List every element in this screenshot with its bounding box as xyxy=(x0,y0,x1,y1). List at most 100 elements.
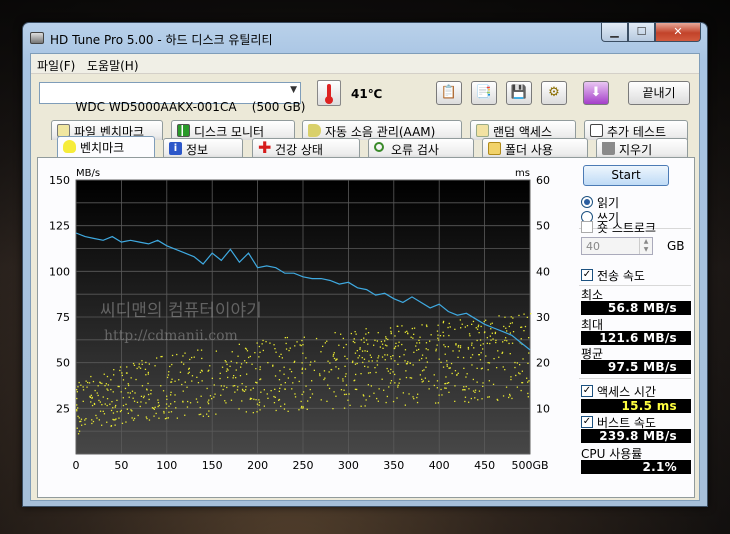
access-time-point xyxy=(383,389,385,391)
access-time-point xyxy=(241,400,243,402)
app-window: HD Tune Pro 5.00 - 하드 디스크 유틸리티 ▁ ☐ ✕ 파일(… xyxy=(22,22,708,507)
x-tick-label: 250 xyxy=(293,459,314,472)
access-time-point xyxy=(415,345,417,347)
access-time-point xyxy=(148,363,150,365)
tab-random-access[interactable]: 랜덤 액세스 xyxy=(470,120,576,140)
access-time-point xyxy=(442,320,445,323)
copy-text-button[interactable]: 📋 xyxy=(436,81,462,105)
access-time-point xyxy=(399,356,401,358)
access-time-point xyxy=(171,378,173,380)
access-time-checkbox[interactable]: ✓ xyxy=(581,385,593,397)
access-time-point xyxy=(81,424,83,426)
access-time-point xyxy=(145,374,147,376)
close-button[interactable]: ✕ xyxy=(655,23,701,42)
spinner-arrows-icon[interactable]: ▲ ▼ xyxy=(639,238,652,254)
access-time-point xyxy=(92,380,95,383)
access-time-point xyxy=(335,395,337,397)
tab-benchmark[interactable]: 벤치마크 xyxy=(57,136,155,158)
drive-dropdown[interactable]: WDC WD5000AAKX-001CA (500 GB) ▼ xyxy=(39,82,305,114)
tab-aam[interactable]: 자동 소음 관리(AAM) xyxy=(302,120,462,140)
access-time-point xyxy=(439,335,442,337)
access-time-point xyxy=(140,395,143,397)
access-time-point xyxy=(200,349,203,351)
access-time-point xyxy=(263,389,265,391)
tab-error-scan[interactable]: 오류 검사 xyxy=(368,138,474,158)
access-time-point xyxy=(245,389,247,391)
download-button[interactable]: ⬇ xyxy=(583,81,609,105)
access-time-point xyxy=(480,344,482,346)
tab-label: 추가 테스트 xyxy=(607,125,667,139)
access-time-point xyxy=(527,381,529,383)
tab-info[interactable]: i 정보 xyxy=(163,138,243,158)
down-arrow-icon: ⬇ xyxy=(590,85,602,100)
access-time-point xyxy=(302,352,304,354)
access-time-point xyxy=(474,397,476,399)
access-time-point xyxy=(416,401,419,404)
tab-extra-tests[interactable]: 추가 테스트 xyxy=(584,120,688,140)
access-time-point xyxy=(474,391,476,393)
access-time-point xyxy=(363,337,365,339)
access-time-point xyxy=(196,376,198,378)
menu-file[interactable]: 파일(F) xyxy=(37,57,75,74)
access-time-point xyxy=(207,370,209,372)
tab-folder-usage[interactable]: 폴더 사용 xyxy=(482,138,588,158)
exit-button[interactable]: 끝내기 xyxy=(628,81,690,105)
watermark-text: 씨디맨의 컴퓨터이야기 xyxy=(100,301,262,321)
short-stroke-spinner[interactable]: 40 ▲ ▼ xyxy=(581,237,653,255)
access-time-point xyxy=(363,358,366,360)
access-time-point xyxy=(144,368,147,370)
access-time-point xyxy=(259,351,261,353)
access-time-point xyxy=(163,410,165,413)
options-button[interactable]: ⚙ xyxy=(541,81,567,105)
access-time-point xyxy=(151,407,154,409)
tab-erase[interactable]: 지우기 xyxy=(596,138,688,158)
access-time-point xyxy=(133,400,136,402)
access-time-point xyxy=(215,413,217,415)
access-time-point xyxy=(523,330,525,332)
start-button[interactable]: Start xyxy=(583,165,669,186)
access-time-point xyxy=(114,419,116,421)
access-time-point xyxy=(153,415,155,417)
access-time-point xyxy=(246,350,249,352)
access-time-point xyxy=(329,362,331,364)
access-time-point xyxy=(421,324,423,326)
access-time-point xyxy=(498,356,500,358)
access-time-point xyxy=(454,400,456,402)
access-time-point xyxy=(333,391,335,393)
access-time-point xyxy=(386,345,388,347)
access-time-point xyxy=(456,374,458,376)
access-time-point xyxy=(471,342,473,344)
tab-label: 자동 소음 관리(AAM) xyxy=(325,125,436,139)
transfer-rate-checkbox[interactable]: ✓ xyxy=(581,269,593,281)
tab-health[interactable]: ✚ 건강 상태 xyxy=(252,138,360,158)
access-time-point xyxy=(145,361,147,364)
access-time-point xyxy=(221,366,224,368)
access-time-point xyxy=(127,412,129,414)
maximize-button[interactable]: ☐ xyxy=(628,23,655,42)
burst-rate-checkbox[interactable]: ✓ xyxy=(581,416,593,428)
save-button[interactable]: 💾 xyxy=(506,81,532,105)
access-time-point xyxy=(284,382,286,384)
access-time-point xyxy=(424,377,426,379)
access-time-point xyxy=(302,407,304,409)
short-stroke-checkbox[interactable] xyxy=(581,221,593,233)
access-time-point xyxy=(444,346,446,348)
access-time-point xyxy=(300,344,302,347)
access-time-point xyxy=(255,368,257,370)
access-time-point xyxy=(428,380,430,382)
access-time-point xyxy=(356,362,358,365)
read-radio[interactable] xyxy=(581,196,593,208)
access-time-point xyxy=(175,407,177,409)
tab-disk-monitor[interactable]: 디스크 모니터 xyxy=(171,120,295,140)
x-tick-label: 50 xyxy=(114,459,128,472)
access-time-point xyxy=(91,404,94,407)
access-time-point xyxy=(110,425,113,427)
access-time-point xyxy=(244,347,247,349)
copy-image-button[interactable]: 📑 xyxy=(471,81,497,105)
access-time-point xyxy=(472,378,474,381)
title-bar[interactable]: HD Tune Pro 5.00 - 하드 디스크 유틸리티 ▁ ☐ ✕ xyxy=(23,23,707,53)
access-time-point xyxy=(416,396,418,399)
access-time-point xyxy=(345,384,348,386)
minimize-button[interactable]: ▁ xyxy=(601,23,628,42)
menu-help[interactable]: 도움말(H) xyxy=(87,57,139,74)
